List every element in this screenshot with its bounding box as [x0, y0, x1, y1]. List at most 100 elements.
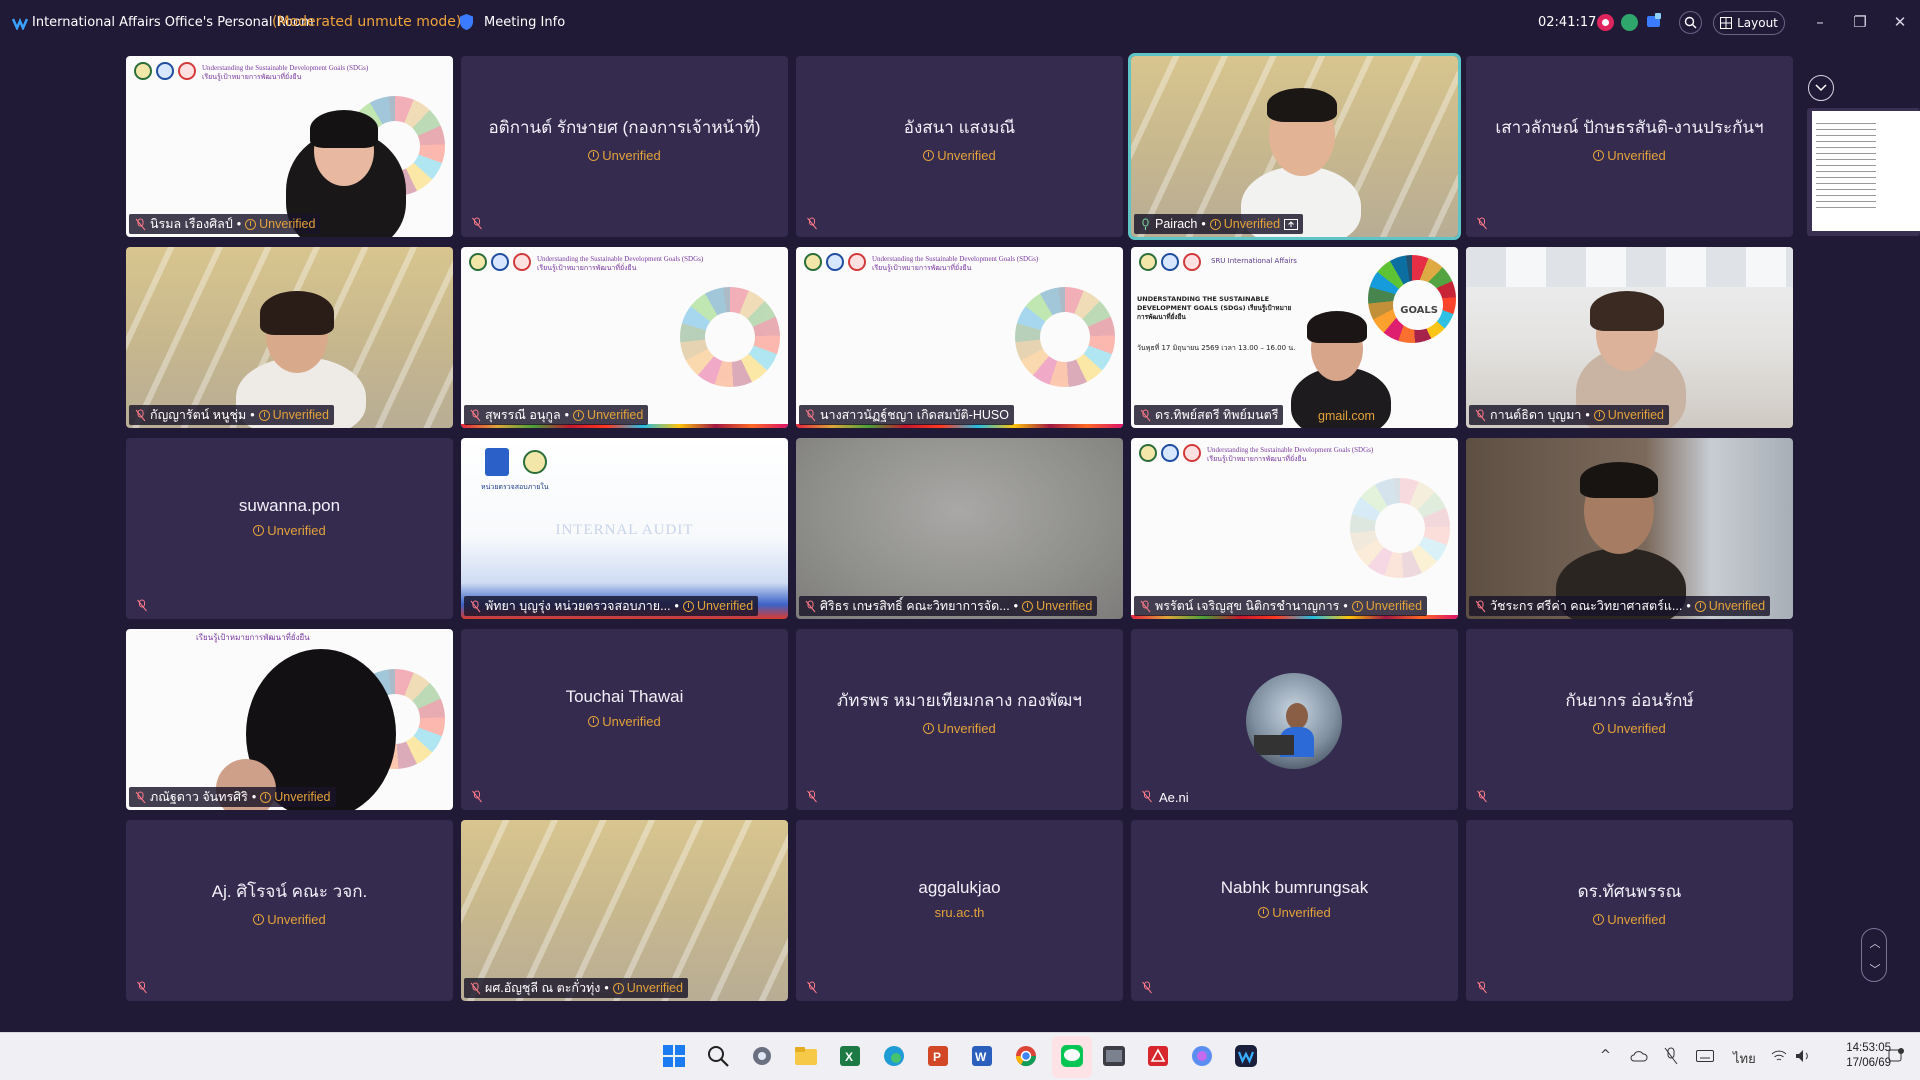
search-icon[interactable] [705, 1043, 731, 1069]
participant-tile[interactable]: SRU International Affairs UNDERSTANDING … [1131, 247, 1458, 428]
participant-tile[interactable]: ภัทรพร หมายเทียมกลาง กองพัฒฯ Unverified [796, 629, 1123, 810]
participant-tile[interactable]: Understanding the Sustainable Developmen… [1131, 438, 1458, 619]
participant-label: Pairach • Unverified [1134, 214, 1304, 234]
info-icon [1593, 150, 1605, 161]
participant-tile[interactable]: suwanna.pon Unverified [126, 438, 453, 619]
stats-icon[interactable] [1621, 14, 1638, 31]
mic-muted-icon[interactable] [1664, 1047, 1678, 1065]
mic-muted-icon [1140, 600, 1151, 612]
start-icon[interactable] [661, 1043, 687, 1069]
chevron-up-icon[interactable]: ^ [1600, 1048, 1611, 1063]
chevron-down-icon[interactable]: ﹀ [1862, 961, 1888, 977]
word-icon[interactable]: W [969, 1043, 995, 1069]
meeting-timer: 02:41:17 [1538, 15, 1597, 30]
participant-tile[interactable]: Touchai Thawai Unverified [461, 629, 788, 810]
collapse-stage-button[interactable] [1808, 75, 1834, 101]
terminal-icon[interactable] [1101, 1043, 1127, 1069]
notification-icon[interactable] [1888, 1048, 1904, 1064]
participant-tile[interactable]: กานต์ธิดา บุญมา • Unverified [1466, 247, 1793, 428]
unverified-label: Unverified [937, 148, 996, 163]
info-icon [253, 914, 265, 925]
system-clock[interactable]: 14:53:05 17/06/69 [1823, 1041, 1891, 1071]
info-icon [1593, 723, 1605, 734]
slide-title: Understanding the Sustainable Developmen… [1207, 446, 1374, 463]
audit-unit-label: หน่วยตรวจสอบภายใน [481, 483, 549, 491]
mic-muted-icon [470, 600, 481, 612]
participant-name: Ae.ni [1159, 790, 1189, 805]
settings-icon[interactable] [749, 1043, 775, 1069]
participant-tile[interactable]: หน่วยตรวจสอบภายใน INTERNAL AUDIT พัทยา บ… [461, 438, 788, 619]
excel-icon[interactable]: X [837, 1043, 863, 1069]
webex-icon[interactable] [1233, 1043, 1259, 1069]
mic-muted-icon [137, 599, 147, 612]
participant-tile[interactable]: กันยากร อ่อนรักษ์ Unverified [1466, 629, 1793, 810]
copilot-icon[interactable] [1189, 1043, 1215, 1069]
minimize-button[interactable]: – [1810, 12, 1830, 32]
participant-tile-active-speaker[interactable]: Pairach • Unverified [1128, 53, 1461, 240]
ai-assistant-icon[interactable] [1645, 12, 1663, 30]
line-icon[interactable] [1059, 1043, 1085, 1069]
participant-tile[interactable]: กัญญารัตน์ หนูชุ่ม • Unverified [126, 247, 453, 428]
participant-tile[interactable]: ผศ.อัญชุลี ณ ตะกั่วทุ่ง • Unverified [461, 820, 788, 1001]
participant-tile[interactable]: วัชระกร ศรีค่า คณะวิทยาศาสตร์แ... • Unver… [1466, 438, 1793, 619]
participant-email-domain: gmail.com [1318, 409, 1375, 423]
slide-title: Understanding the Sustainable Developmen… [202, 64, 369, 81]
seal-icon [491, 253, 509, 271]
participant-tile[interactable]: เสาวลักษณ์ ปักษธรสันติ-งานประกันฯ Unverif… [1466, 56, 1793, 237]
language-indicator[interactable]: ไทย [1733, 1048, 1756, 1069]
unverified-label: Unverified [1272, 905, 1331, 920]
university-seal-icon [469, 253, 487, 271]
wifi-icon[interactable] [1771, 1049, 1787, 1063]
layout-button[interactable]: Layout [1713, 11, 1785, 35]
chrome-icon[interactable] [1013, 1043, 1039, 1069]
file-explorer-icon[interactable] [793, 1043, 819, 1069]
meeting-info-button[interactable]: Meeting Info [484, 15, 565, 30]
restore-button[interactable]: ❐ [1850, 12, 1870, 32]
mic-muted-icon [805, 409, 816, 421]
unverified-label: Unverified [267, 912, 326, 927]
edge-icon[interactable] [881, 1043, 907, 1069]
participant-tile[interactable]: Nabhk bumrungsak Unverified [1131, 820, 1458, 1001]
participant-tile[interactable]: Ae.ni [1131, 629, 1458, 810]
recording-icon[interactable] [1597, 14, 1614, 31]
participant-label: ดร.ทิพย์สตรี ทิพย์มนตรี [1134, 405, 1284, 425]
sdg-wheel [1015, 287, 1115, 387]
acrobat-icon[interactable] [1145, 1043, 1171, 1069]
participant-tile[interactable]: Understanding the Sustainable Developmen… [796, 247, 1123, 428]
participant-tile[interactable]: Understanding the Sustainable Developmen… [461, 247, 788, 428]
speaker-icon[interactable] [1795, 1049, 1811, 1063]
cloud-icon[interactable] [1630, 1050, 1648, 1062]
mic-muted-icon [135, 791, 146, 803]
powerpoint-icon[interactable]: P [925, 1043, 951, 1069]
info-icon [245, 218, 257, 230]
info-icon [923, 723, 935, 734]
info-icon [923, 150, 935, 161]
participant-tile[interactable]: Understanding the Sustainable Developmen… [126, 56, 453, 237]
participant-label: ศิริธร เกษรสิทธิ์ คณะวิทยาการจัด... • Unv… [799, 596, 1098, 616]
mic-muted-icon [1142, 981, 1152, 994]
shield-icon[interactable] [459, 13, 474, 31]
keyboard-icon[interactable] [1696, 1050, 1714, 1062]
grid-scroll-control[interactable]: ︿ ﹀ [1861, 928, 1887, 982]
participant-tile[interactable]: aggalukjao sru.ac.th [796, 820, 1123, 1001]
info-icon [253, 525, 265, 536]
moderated-mode-label: (Moderated unmute mode) [272, 14, 462, 30]
unverified-label: Unverified [1607, 912, 1666, 927]
chevron-up-icon[interactable]: ︿ [1862, 935, 1888, 951]
seal-icon [826, 253, 844, 271]
zoom-button[interactable] [1679, 11, 1702, 34]
participant-tile[interactable]: เรียนรู้เป้าหมายการพัฒนาที่ยั่งยืน ภณัฐด… [126, 629, 453, 810]
participant-tile[interactable]: ศิริธร เกษรสิทธิ์ คณะวิทยาการจัด... • Unv… [796, 438, 1123, 619]
close-button[interactable]: ✕ [1890, 12, 1910, 32]
participant-tile[interactable]: ดร.ทัศนพรรณ Unverified [1466, 820, 1793, 1001]
participant-tile[interactable]: Aj. ศิโรจน์ คณะ วจก. Unverified [126, 820, 453, 1001]
magnifier-icon [1684, 16, 1697, 29]
shared-content-thumbnail[interactable] [1807, 108, 1920, 236]
participant-tile[interactable]: อติกานต์ รักษายศ (กองการเจ้าหน้าที่) Unve… [461, 56, 788, 237]
participant-tile[interactable]: อังสนา แสงมณี Unverified [796, 56, 1123, 237]
webinar-title: UNDERSTANDING THE SUSTAINABLE DEVELOPMEN… [1137, 295, 1292, 321]
globe-icon [178, 62, 196, 80]
participant-label: พรรัตน์ เจริญสุข นิติกรชำนาญการ • Unverif… [1134, 596, 1428, 616]
taskbar: X P W ^ ไทย 14:53:05 17/06/69 [0, 1032, 1920, 1080]
slide-title: เรียนรู้เป้าหมายการพัฒนาที่ยั่งยืน [196, 633, 310, 642]
